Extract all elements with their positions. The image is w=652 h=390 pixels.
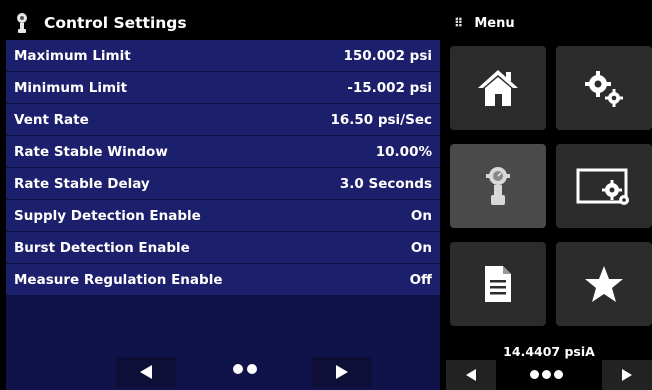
setting-row-supply-detection-enable[interactable]: Supply Detection Enable On [6, 200, 440, 232]
menu-next-button[interactable] [602, 360, 652, 390]
page-title: Control Settings [44, 14, 187, 32]
setting-value: Off [409, 271, 432, 288]
menu-previous-button[interactable] [446, 360, 496, 390]
setting-label: Burst Detection Enable [14, 239, 190, 256]
setting-value: -15.002 psi [347, 79, 432, 96]
setting-value: 10.00% [375, 143, 432, 160]
setting-row-burst-detection-enable[interactable]: Burst Detection Enable On [6, 232, 440, 264]
setting-row-vent-rate[interactable]: Vent Rate 16.50 psi/Sec [6, 104, 440, 136]
favorites-tile[interactable] [556, 242, 652, 326]
home-icon [478, 70, 518, 106]
previous-page-button[interactable] [116, 357, 176, 387]
display-settings-tile[interactable] [556, 144, 652, 228]
setting-label: Rate Stable Delay [14, 175, 150, 192]
setting-row-rate-stable-window[interactable]: Rate Stable Window 10.00% [6, 136, 440, 168]
control-settings-panel: Control Settings Maximum Limit 150.002 p… [6, 6, 440, 390]
grip-icon: ⠿ [454, 16, 463, 30]
setting-value: 150.002 psi [343, 47, 432, 64]
gears-icon [585, 71, 623, 107]
star-icon [585, 266, 623, 302]
setting-value: On [410, 239, 432, 256]
page-dot [530, 370, 539, 379]
setting-value: On [410, 207, 432, 224]
setting-label: Measure Regulation Enable [14, 271, 223, 288]
setting-label: Supply Detection Enable [14, 207, 201, 224]
setting-label: Rate Stable Window [14, 143, 168, 160]
menu-header: ⠿ Menu [446, 6, 652, 40]
pressure-readout: 14.4407 psiA [503, 344, 595, 359]
setting-label: Minimum Limit [14, 79, 128, 96]
document-icon [485, 266, 511, 302]
arrow-left-icon [140, 365, 152, 379]
setting-value: 16.50 psi/Sec [330, 111, 432, 128]
screen: Control Settings Maximum Limit 150.002 p… [0, 0, 652, 390]
page-dot [554, 370, 563, 379]
page-dot [542, 370, 551, 379]
setting-row-rate-stable-delay[interactable]: Rate Stable Delay 3.0 Seconds [6, 168, 440, 200]
setting-label: Vent Rate [14, 111, 89, 128]
arrow-right-icon [622, 369, 632, 381]
next-page-button[interactable] [312, 357, 372, 387]
page-dot [233, 364, 243, 374]
display-gear-icon [576, 168, 629, 205]
setting-row-measure-regulation-enable[interactable]: Measure Regulation Enable Off [6, 264, 440, 296]
settings-tile[interactable] [556, 46, 652, 130]
title-bar: Control Settings [6, 6, 440, 40]
setting-row-minimum-limit[interactable]: Minimum Limit -15.002 psi [6, 72, 440, 104]
setting-label: Maximum Limit [14, 47, 131, 64]
control-tile[interactable] [450, 144, 546, 228]
menu-label: Menu [474, 15, 515, 31]
page-dot [247, 364, 257, 374]
document-tile[interactable] [450, 242, 546, 326]
page-navigation [6, 354, 440, 390]
arrow-right-icon [336, 365, 348, 379]
home-tile[interactable] [450, 46, 546, 130]
regulator-icon [486, 167, 510, 205]
setting-value: 3.0 Seconds [339, 175, 432, 192]
menu-navigation [446, 360, 652, 390]
regulator-icon [10, 6, 34, 40]
page-indicator [233, 364, 257, 374]
setting-row-maximum-limit[interactable]: Maximum Limit 150.002 psi [6, 40, 440, 72]
arrow-left-icon [466, 369, 476, 381]
menu-page-indicator [530, 370, 563, 379]
